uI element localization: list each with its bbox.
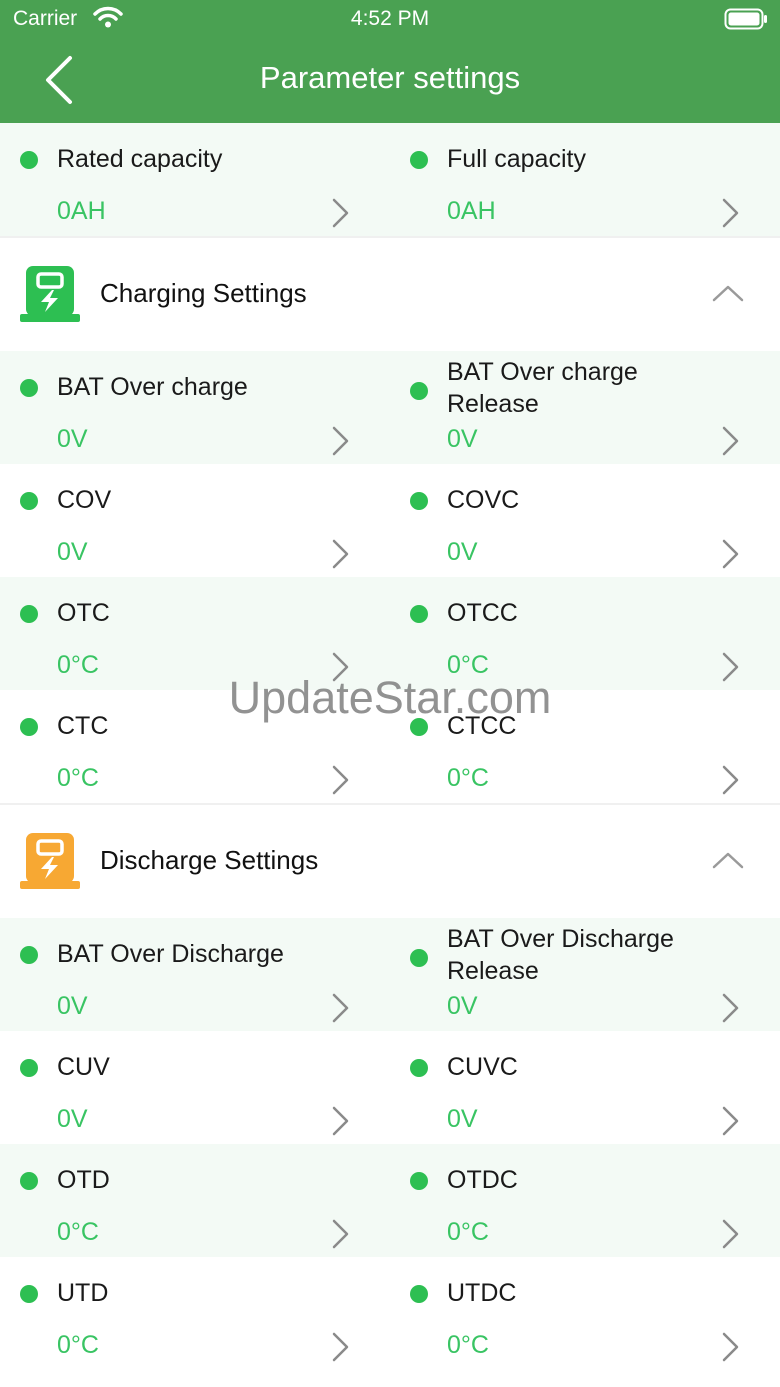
chevron-right-icon xyxy=(722,1332,739,1362)
item-value: 0V xyxy=(57,992,88,1020)
status-dot xyxy=(410,1059,428,1077)
full-capacity-item[interactable]: Full capacity 0AH xyxy=(390,123,780,236)
item-value: 0V xyxy=(447,992,478,1020)
item-label: COVC xyxy=(447,486,520,514)
item-label: CUV xyxy=(57,1053,110,1081)
item-label: UTDC xyxy=(447,1279,517,1307)
section-title: Charging Settings xyxy=(100,278,307,308)
bat-over-charge-item[interactable]: BAT Over charge 0V xyxy=(0,351,390,464)
status-dot xyxy=(20,1059,38,1077)
item-value: 0AH xyxy=(447,197,496,225)
bat-over-discharge-item[interactable]: BAT Over Discharge 0V xyxy=(0,918,390,1031)
chevron-right-icon xyxy=(722,1219,739,1249)
item-value: 0V xyxy=(57,425,88,453)
cuvc-item[interactable]: CUVC 0V xyxy=(390,1031,780,1144)
chevron-right-icon xyxy=(332,765,349,795)
chevron-right-icon xyxy=(332,539,349,569)
item-label: BAT Over charge xyxy=(57,373,248,401)
settings-row: BAT Over charge 0V BAT Over charge Relea… xyxy=(0,351,780,464)
status-dot xyxy=(410,1172,428,1190)
status-dot xyxy=(410,151,428,169)
utdc-item[interactable]: UTDC 0°C xyxy=(390,1257,780,1370)
status-dot xyxy=(410,949,428,967)
chevron-right-icon xyxy=(332,993,349,1023)
item-label: CUVC xyxy=(447,1053,518,1081)
section-title: Discharge Settings xyxy=(100,845,319,875)
otd-item[interactable]: OTD 0°C xyxy=(0,1144,390,1257)
item-value: 0V xyxy=(447,538,478,566)
item-label: OTCC xyxy=(447,599,518,627)
settings-row: UTD 0°C UTDC 0°C xyxy=(0,1257,780,1370)
chevron-right-icon xyxy=(722,198,739,228)
rated-capacity-item[interactable]: Rated capacity 0AH xyxy=(0,123,390,236)
status-time: 4:52 PM xyxy=(350,7,430,30)
page-title: Parameter settings xyxy=(259,60,521,95)
chevron-right-icon xyxy=(332,1219,349,1249)
item-value: 0V xyxy=(57,1105,88,1133)
chevron-right-icon xyxy=(332,1332,349,1362)
item-value: 0°C xyxy=(57,1218,99,1246)
status-dot xyxy=(410,605,428,623)
status-dot xyxy=(410,1285,428,1303)
bat-over-discharge-release-item[interactable]: BAT Over Discharge Release 0V xyxy=(390,918,780,1031)
settings-list: Rated capacity 0AH Full capacity 0AH Cha… xyxy=(0,123,780,1370)
item-value: 0°C xyxy=(57,1331,99,1359)
chevron-right-icon xyxy=(722,1106,739,1136)
settings-row: OTD 0°C OTDC 0°C xyxy=(0,1144,780,1257)
status-dot xyxy=(20,1172,38,1190)
item-label: BAT Over Discharge xyxy=(57,940,284,968)
item-label: OTD xyxy=(57,1166,110,1194)
otdc-item[interactable]: OTDC 0°C xyxy=(390,1144,780,1257)
status-dot xyxy=(20,151,38,169)
item-value: 0V xyxy=(447,425,478,453)
settings-row: CUV 0V CUVC 0V xyxy=(0,1031,780,1144)
cuv-item[interactable]: CUV 0V xyxy=(0,1031,390,1144)
chevron-right-icon xyxy=(332,198,349,228)
charging-settings-header[interactable]: Charging Settings xyxy=(0,236,780,351)
status-dot xyxy=(20,946,38,964)
item-label: OTC xyxy=(57,599,110,627)
charging-station-icon xyxy=(20,266,80,322)
item-label: Rated capacity xyxy=(57,145,223,173)
watermark: UpdateStar.com xyxy=(228,672,552,723)
item-value: 0V xyxy=(57,538,88,566)
chevron-up-icon[interactable] xyxy=(711,849,745,871)
bat-over-charge-release-item[interactable]: BAT Over charge Release 0V xyxy=(390,351,780,464)
item-value: 0V xyxy=(447,1105,478,1133)
item-label: BAT Over Discharge Release xyxy=(447,925,674,985)
item-label: UTD xyxy=(57,1279,109,1307)
chevron-up-icon[interactable] xyxy=(711,282,745,304)
status-dot xyxy=(20,492,38,510)
status-dot xyxy=(20,605,38,623)
chevron-right-icon xyxy=(722,993,739,1023)
status-dot xyxy=(410,492,428,510)
item-value: 0°C xyxy=(447,1331,489,1359)
navigation-bar: Carrier 4:52 PM Parameter settings xyxy=(0,0,780,123)
capacity-row: Rated capacity 0AH Full capacity 0AH xyxy=(0,123,780,236)
battery-icon xyxy=(724,8,767,30)
item-value: 0°C xyxy=(57,764,99,792)
item-label: COV xyxy=(57,486,112,514)
chevron-right-icon xyxy=(722,426,739,456)
item-label: BAT Over charge Release xyxy=(447,358,638,418)
covc-item[interactable]: COVC 0V xyxy=(390,464,780,577)
discharge-settings-header[interactable]: Discharge Settings xyxy=(0,803,780,918)
item-label: Full capacity xyxy=(447,145,586,173)
discharge-station-icon xyxy=(20,833,80,889)
chevron-right-icon xyxy=(332,426,349,456)
cov-item[interactable]: COV 0V xyxy=(0,464,390,577)
utd-item[interactable]: UTD 0°C xyxy=(0,1257,390,1370)
settings-row: BAT Over Discharge 0V BAT Over Discharge… xyxy=(0,918,780,1031)
chevron-right-icon xyxy=(332,1106,349,1136)
status-dot xyxy=(410,382,428,400)
status-dot xyxy=(20,1285,38,1303)
item-value: 0AH xyxy=(57,197,106,225)
settings-row: COV 0V COVC 0V xyxy=(0,464,780,577)
chevron-right-icon xyxy=(722,765,739,795)
item-value: 0°C xyxy=(447,764,489,792)
chevron-right-icon xyxy=(722,539,739,569)
status-dot xyxy=(20,379,38,397)
item-label: OTDC xyxy=(447,1166,518,1194)
item-value: 0°C xyxy=(447,1218,489,1246)
